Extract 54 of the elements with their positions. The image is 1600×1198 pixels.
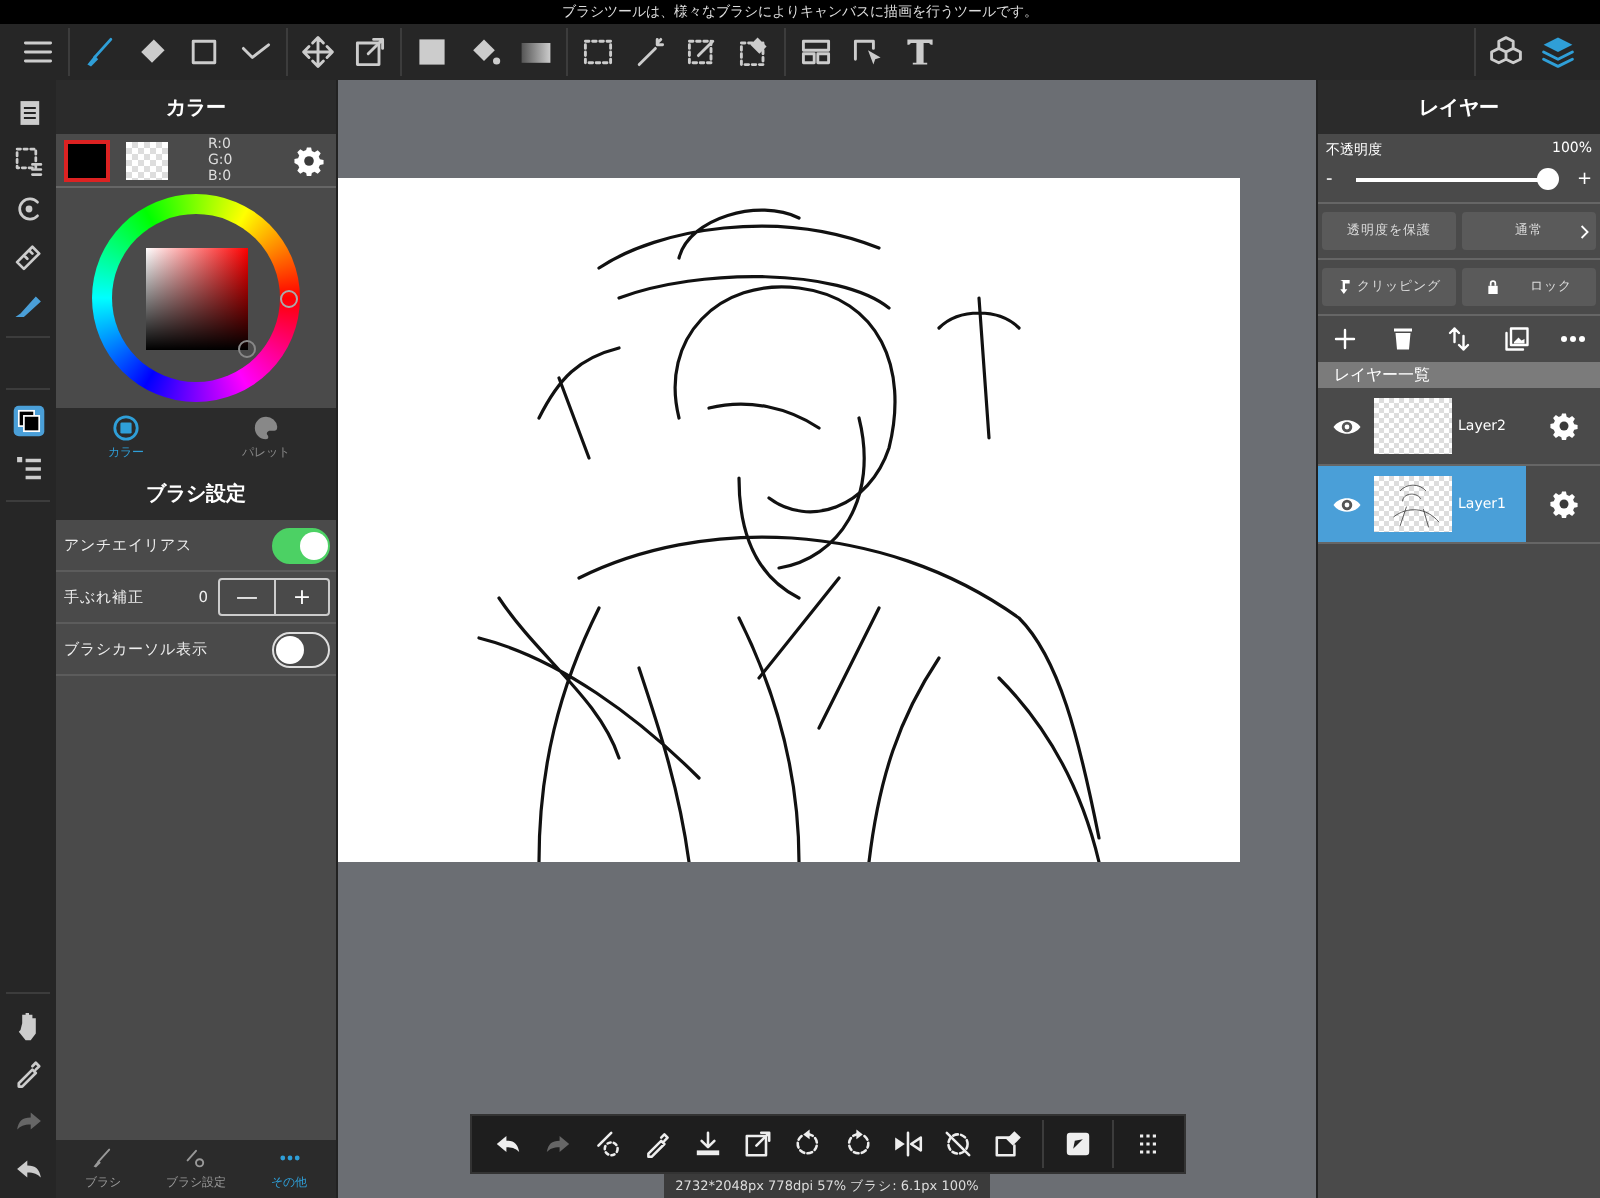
panel-layout-icon[interactable] (798, 34, 834, 70)
download-icon[interactable] (691, 1128, 723, 1160)
increase-button[interactable]: + (274, 580, 328, 614)
slider-thumb[interactable] (1537, 168, 1560, 190)
panel-title: ブラシ設定 (146, 480, 246, 507)
layers-icon[interactable] (1540, 34, 1576, 70)
layer-thumbnail (1374, 398, 1452, 454)
selection-icon[interactable] (580, 34, 616, 70)
clear-selection-icon[interactable] (991, 1128, 1023, 1160)
fit-screen-icon[interactable] (1061, 1128, 1093, 1160)
layer-list-title: レイヤー一覧 (1334, 364, 1430, 386)
add-icon[interactable] (1330, 324, 1360, 354)
brush-icon[interactable] (82, 34, 118, 70)
rotation-reset-icon[interactable] (941, 1128, 973, 1160)
cubes-icon[interactable] (1488, 34, 1524, 70)
color-circle-icon (112, 413, 140, 441)
selection-list-icon[interactable] (11, 144, 45, 178)
dropper-icon[interactable] (641, 1128, 673, 1160)
rotate-left-icon[interactable] (791, 1128, 823, 1160)
move-icon[interactable] (300, 34, 336, 70)
foreground-color-swatch[interactable] (64, 139, 110, 181)
transform-icon[interactable] (741, 1128, 773, 1160)
selection-eraser-icon[interactable] (736, 34, 772, 70)
rectangle-icon[interactable] (186, 34, 222, 70)
toggle-switch[interactable] (272, 631, 330, 667)
image-icon[interactable] (1501, 324, 1531, 354)
background-color-swatch[interactable] (126, 141, 168, 179)
palette-icon (252, 413, 280, 441)
clipping-arrow-icon (1337, 278, 1351, 296)
flip-icon[interactable] (891, 1128, 923, 1160)
settings-icon[interactable] (1549, 412, 1577, 440)
layer-thumbnail (1374, 476, 1452, 532)
minus-label: - (1326, 170, 1333, 190)
panel-title: カラー (166, 95, 226, 121)
magic-wand-icon[interactable] (632, 34, 668, 70)
settings-icon[interactable] (1549, 490, 1577, 518)
ruler-icon[interactable] (11, 240, 45, 274)
brush-settings-icon (184, 1146, 208, 1170)
brush-icon (90, 1146, 115, 1170)
selection-pen-icon[interactable] (684, 34, 720, 70)
color-swatch-icon[interactable] (11, 404, 45, 438)
reorder-icon[interactable] (1444, 324, 1474, 354)
text-icon[interactable] (902, 34, 938, 70)
transform-icon[interactable] (352, 34, 388, 70)
dropper-icon[interactable] (11, 1056, 45, 1090)
lock-icon (1486, 278, 1500, 296)
fill-color-icon[interactable] (414, 34, 450, 70)
panel-title: レイヤー (1419, 95, 1499, 121)
settings-icon[interactable] (294, 145, 324, 175)
cursor-icon[interactable] (850, 34, 886, 70)
plus-label: + (1576, 170, 1592, 190)
brush-selection-icon[interactable] (591, 1128, 623, 1160)
toggle-switch[interactable] (272, 527, 330, 563)
decrease-button[interactable]: — (220, 580, 274, 614)
